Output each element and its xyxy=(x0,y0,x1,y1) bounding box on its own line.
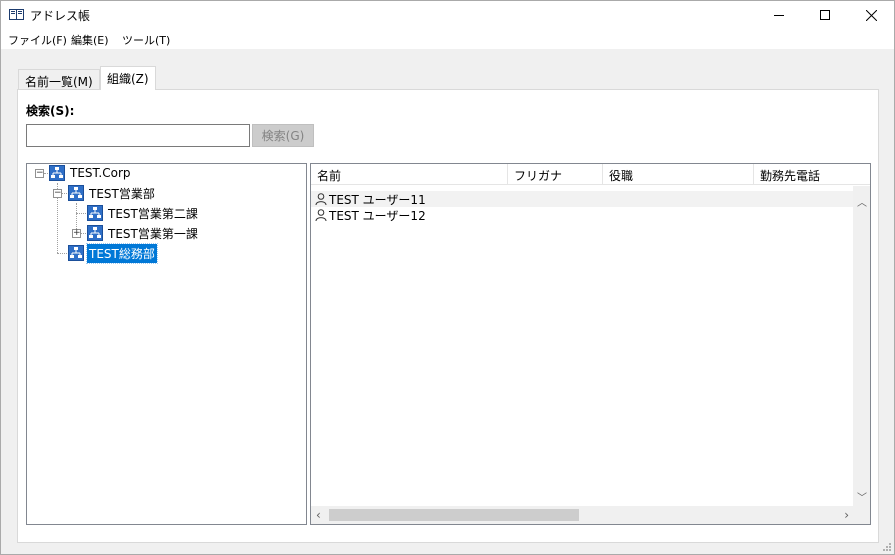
tree-label-sales1: TEST営業第一課 xyxy=(108,226,198,241)
expand-sales1-button[interactable]: + xyxy=(72,229,81,238)
user-icon xyxy=(315,193,327,205)
tree-node-general[interactable]: TEST総務部 xyxy=(68,242,158,264)
maximize-button[interactable] xyxy=(802,1,848,29)
menu-file[interactable]: ファイル(F) xyxy=(7,32,68,48)
menu-edit[interactable]: 編集(E) xyxy=(70,32,110,48)
book-icon xyxy=(9,9,24,20)
org-chart-icon xyxy=(68,245,84,261)
search-input[interactable] xyxy=(26,124,250,147)
list-item[interactable]: TEST ユーザー12 xyxy=(311,207,855,223)
scroll-right-icon[interactable]: › xyxy=(844,508,849,522)
tree-node-root[interactable]: TEST.Corp xyxy=(49,164,133,182)
tree-label-sales: TEST営業部 xyxy=(89,186,155,201)
column-header-name[interactable]: 名前 xyxy=(311,164,508,185)
window-title: アドレス帳 xyxy=(30,9,91,23)
org-tree[interactable]: − − + TEST.Corp TEST営業部 TEST営業第二課 TEST営業… xyxy=(26,163,307,525)
list-item[interactable]: TEST ユーザー11 xyxy=(311,191,855,207)
member-list[interactable]: 名前 フリガナ 役職 勤務先電話 TEST ユーザー11 TEST ユーザー12… xyxy=(310,163,871,525)
menu-bar: ファイル(F) 編集(E) ツール(T) xyxy=(1,29,894,49)
tab-org[interactable]: 組織(Z) xyxy=(100,66,156,90)
tree-node-sales[interactable]: TEST営業部 xyxy=(68,184,157,202)
search-button[interactable]: 検索(G) xyxy=(252,124,314,147)
list-item-name: TEST ユーザー11 xyxy=(329,192,426,207)
org-chart-icon xyxy=(87,225,103,241)
scroll-left-icon[interactable]: ‹ xyxy=(316,508,321,522)
resize-grip-icon[interactable] xyxy=(881,541,891,551)
org-chart-icon xyxy=(49,165,65,181)
list-header: 名前 フリガナ 役職 勤務先電話 xyxy=(311,164,870,185)
list-body: TEST ユーザー11 TEST ユーザー12 xyxy=(311,186,855,506)
tree-node-sales1[interactable]: TEST営業第一課 xyxy=(87,224,200,242)
column-header-title[interactable]: 役職 xyxy=(603,164,754,185)
list-item-name: TEST ユーザー12 xyxy=(329,208,426,223)
scroll-up-icon[interactable]: ︿ xyxy=(857,194,867,209)
tab-page-org: 検索(S): 検索(G) − − + TEST.Corp TEST営業部 TES… xyxy=(17,89,879,543)
horizontal-scrollbar[interactable]: ‹ › xyxy=(311,506,870,524)
column-header-phone[interactable]: 勤務先電話 xyxy=(754,164,870,185)
tab-names[interactable]: 名前一覧(M) xyxy=(18,69,100,89)
collapse-sales-button[interactable]: − xyxy=(53,189,62,198)
vertical-scrollbar[interactable]: ︿ ﹀ xyxy=(853,186,870,506)
user-icon xyxy=(315,209,327,221)
minimize-button[interactable] xyxy=(756,1,802,29)
org-chart-icon xyxy=(68,185,84,201)
menu-tools[interactable]: ツール(T) xyxy=(121,32,171,48)
tree-node-sales2[interactable]: TEST営業第二課 xyxy=(87,204,200,222)
column-header-kana[interactable]: フリガナ xyxy=(508,164,603,185)
address-book-window: アドレス帳 ファイル(F) 編集(E) ツール(T) 名前一覧(M) 組織(Z)… xyxy=(0,0,895,555)
horizontal-scroll-thumb[interactable] xyxy=(329,509,579,521)
tree-label-sales2: TEST営業第二課 xyxy=(108,206,198,221)
search-label: 検索(S): xyxy=(26,104,75,118)
tree-label-general: TEST総務部 xyxy=(86,242,158,264)
maximize-icon xyxy=(820,10,830,20)
org-chart-icon xyxy=(87,205,103,221)
close-icon xyxy=(865,9,877,21)
minimize-icon xyxy=(774,15,784,16)
main-content: 名前一覧(M) 組織(Z) 検索(S): 検索(G) − − + TEST.Co… xyxy=(1,49,894,554)
scroll-down-icon[interactable]: ﹀ xyxy=(857,489,867,504)
collapse-root-button[interactable]: − xyxy=(35,169,44,178)
close-button[interactable] xyxy=(848,1,894,29)
title-bar: アドレス帳 xyxy=(1,1,894,29)
tree-label-root: TEST.Corp xyxy=(70,166,131,180)
